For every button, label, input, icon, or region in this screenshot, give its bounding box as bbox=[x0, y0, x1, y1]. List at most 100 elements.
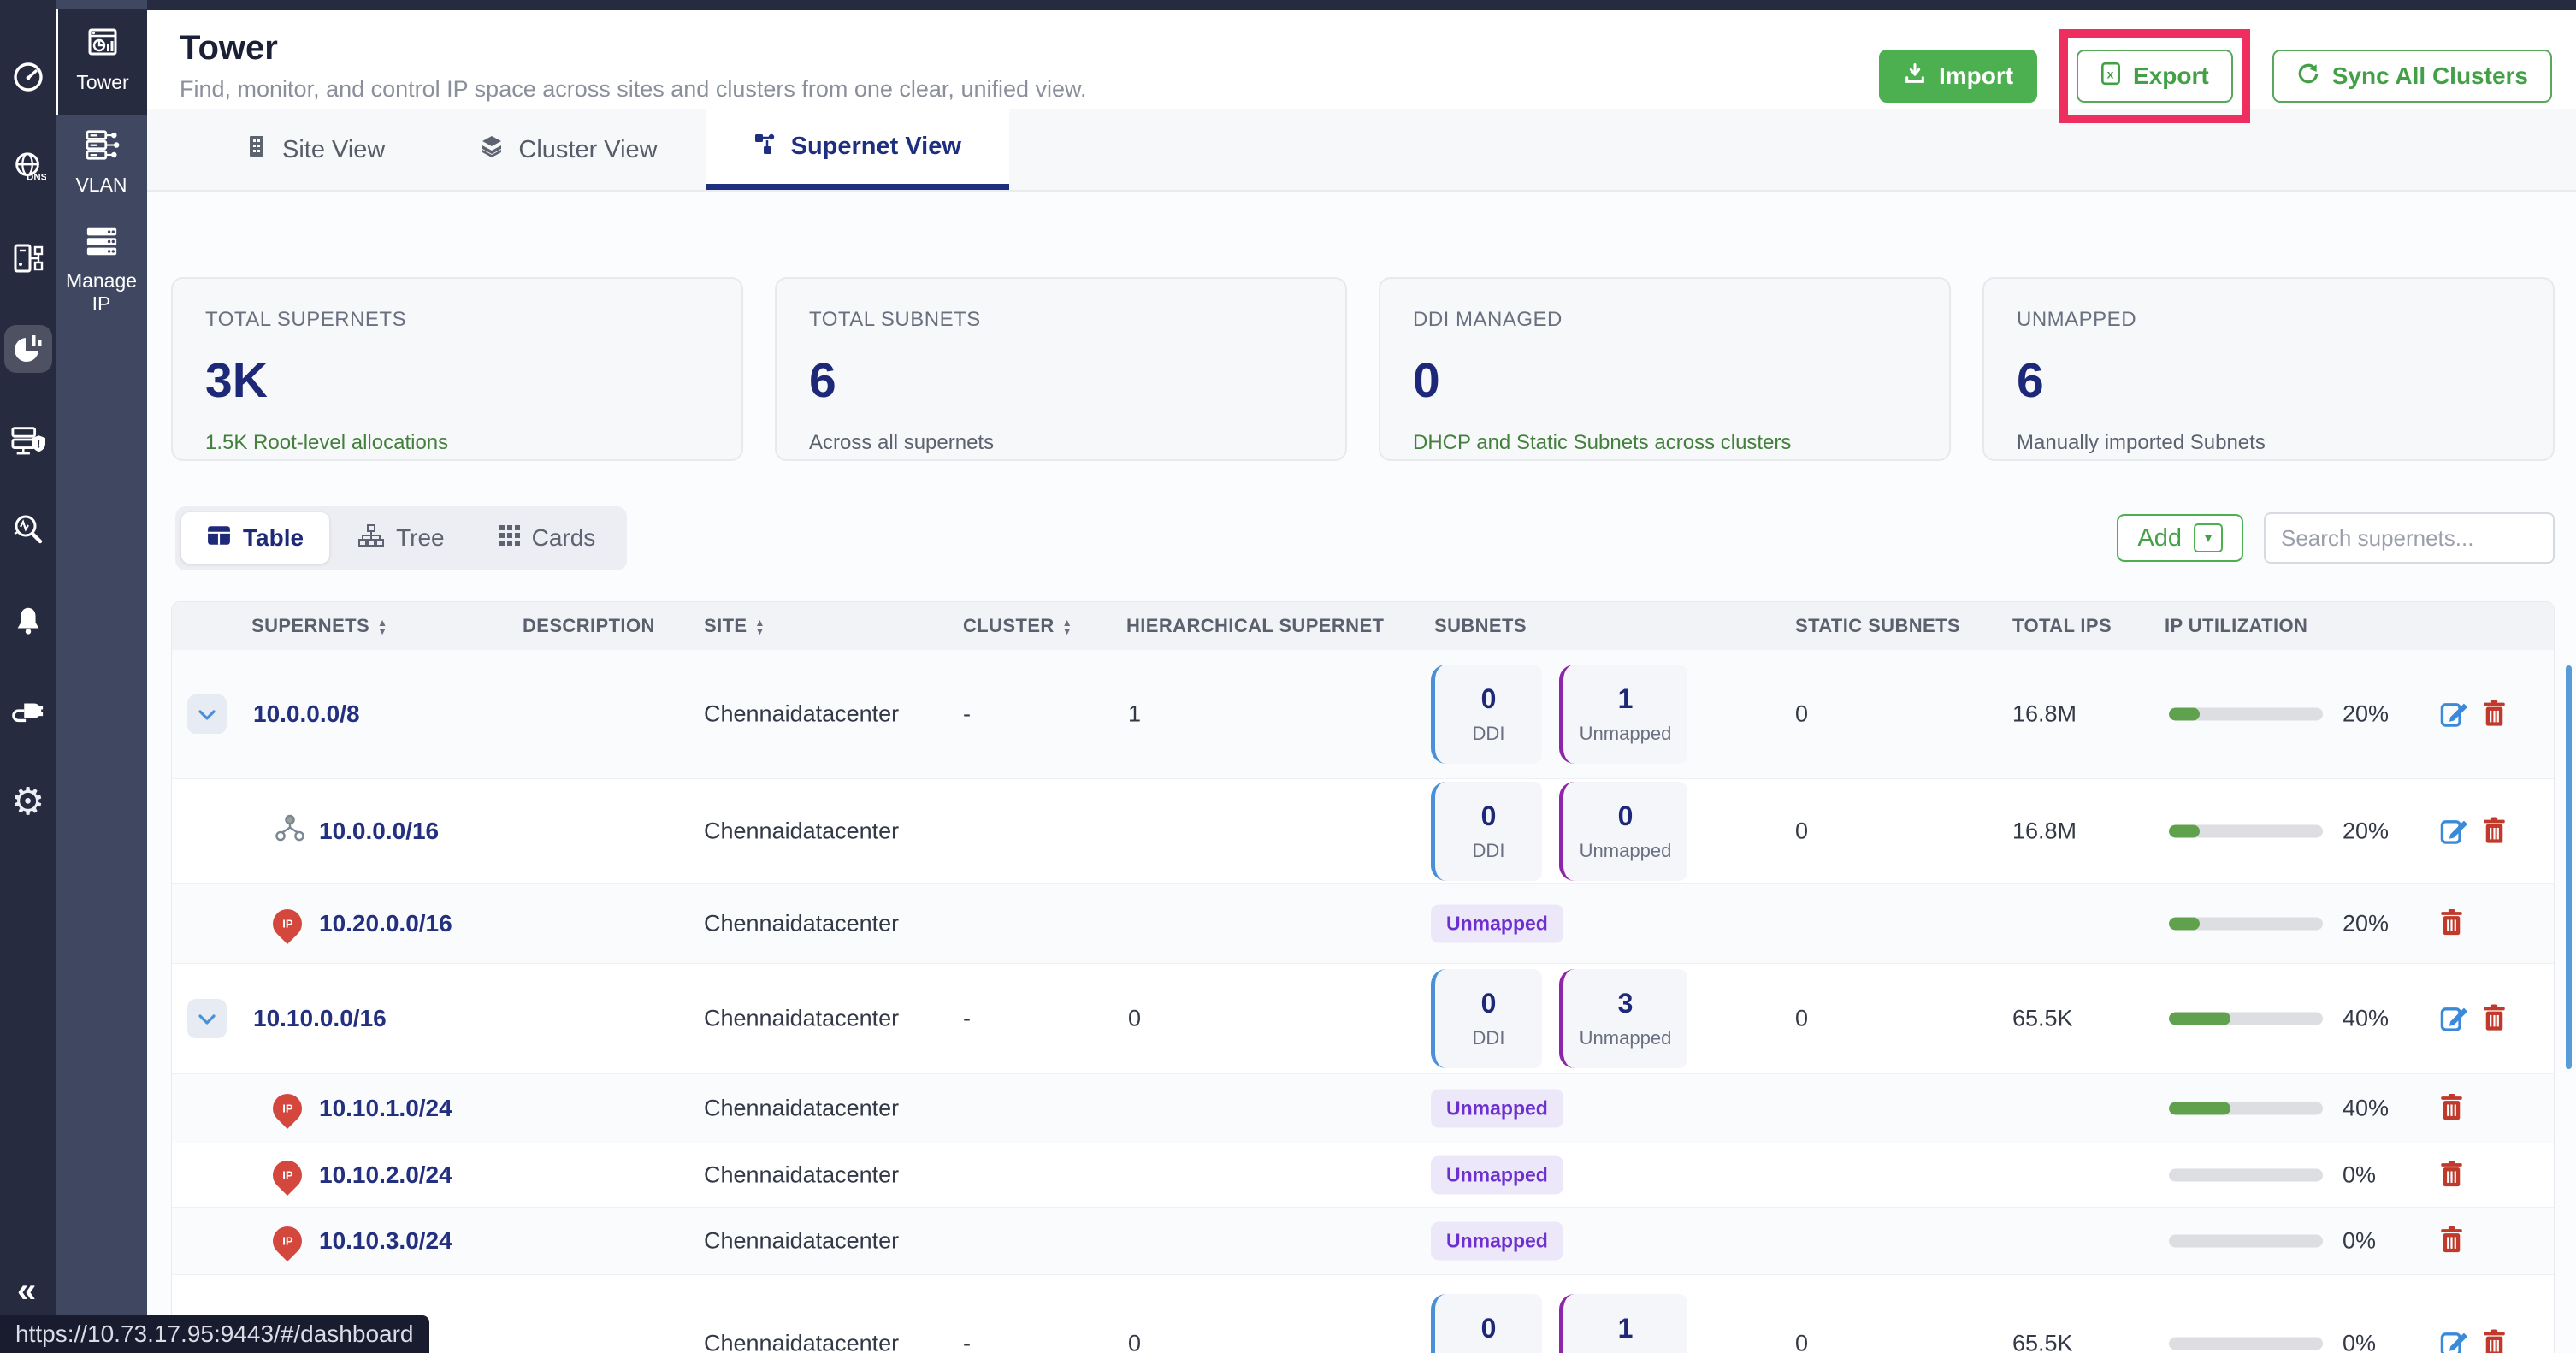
table-row: IP10.10.3.0/24ChennaidatacenterUnmapped0… bbox=[172, 1208, 2554, 1275]
tree-hierarchy-icon bbox=[358, 524, 384, 552]
discovery-search-icon[interactable] bbox=[4, 506, 52, 554]
add-supernet-button[interactable]: Add ▾ bbox=[2117, 514, 2243, 562]
edit-button[interactable] bbox=[2440, 1328, 2469, 1353]
ddi-subnets-box: 0DDI bbox=[1431, 665, 1542, 764]
delete-button[interactable] bbox=[2440, 1093, 2463, 1124]
reports-pie-icon[interactable] bbox=[4, 325, 52, 373]
supernet-network-icon bbox=[753, 133, 776, 162]
row-actions bbox=[2440, 1226, 2463, 1256]
supernet-cidr-link[interactable]: 10.10.0.0/16 bbox=[253, 1005, 387, 1032]
export-button[interactable]: x Export bbox=[2077, 50, 2233, 103]
delete-button[interactable] bbox=[2440, 1226, 2463, 1256]
sidebar-item-tower[interactable]: Tower bbox=[56, 9, 147, 115]
edit-button[interactable] bbox=[2440, 699, 2469, 730]
utilization-percent: 40% bbox=[2343, 1096, 2389, 1122]
export-file-icon: x bbox=[2100, 62, 2121, 92]
delete-button[interactable] bbox=[2483, 1328, 2506, 1353]
supernet-cidr-link[interactable]: 10.20.0.0/16 bbox=[319, 910, 452, 937]
expand-row-button[interactable] bbox=[187, 694, 227, 734]
row-actions bbox=[2440, 1093, 2463, 1124]
page-header: Tower Find, monitor, and control IP spac… bbox=[147, 10, 2576, 109]
module-sidebar: TowerVLAN Manage IP bbox=[56, 0, 147, 1353]
primary-sidebar: DNS! ⚙ bbox=[0, 0, 56, 1353]
ddi-subnets-box: 0DDI bbox=[1431, 969, 1542, 1068]
supernet-cidr-link[interactable]: 10.10.1.0/24 bbox=[319, 1095, 452, 1122]
delete-button[interactable] bbox=[2440, 908, 2463, 939]
tab-site-view[interactable]: Site View bbox=[198, 109, 433, 190]
hierarchical-supernet-cell: 0 bbox=[1128, 1006, 1141, 1032]
view-cards-button[interactable]: Cards bbox=[474, 512, 622, 564]
window-top-strip bbox=[0, 0, 2576, 10]
delete-button[interactable] bbox=[2483, 699, 2506, 730]
header-actions: Import x Export Sync All Clusters bbox=[1879, 50, 2552, 103]
import-icon bbox=[1903, 62, 1927, 92]
browser-status-url: https://10.73.17.95:9443/#/dashboard bbox=[0, 1315, 429, 1353]
utilization-bar bbox=[2169, 1013, 2323, 1025]
delete-button[interactable] bbox=[2483, 1003, 2506, 1034]
row-actions bbox=[2440, 908, 2463, 939]
edit-pencil-icon bbox=[2440, 816, 2469, 848]
delete-button[interactable] bbox=[2440, 1160, 2463, 1191]
server-alert-icon[interactable]: ! bbox=[4, 416, 52, 464]
settings-gear-icon[interactable]: ⚙ bbox=[4, 778, 52, 826]
layers-icon bbox=[481, 135, 503, 164]
sidebar-item-vlan[interactable]: VLAN bbox=[56, 115, 147, 210]
table-row: IP10.10.2.0/24ChennaidatacenterUnmapped0… bbox=[172, 1143, 2554, 1208]
notifications-bell-icon[interactable] bbox=[4, 597, 52, 645]
static-subnets-cell: 0 bbox=[1795, 701, 1808, 728]
svg-text:!: ! bbox=[37, 438, 40, 451]
integrations-plug-icon[interactable] bbox=[4, 688, 52, 736]
edit-button[interactable] bbox=[2440, 816, 2469, 848]
delete-button[interactable] bbox=[2483, 816, 2506, 847]
dashboard-gauge-icon[interactable] bbox=[4, 53, 52, 101]
svg-text:x: x bbox=[2107, 67, 2114, 80]
chevron-down-icon bbox=[197, 1006, 217, 1032]
row-actions bbox=[2440, 1160, 2463, 1191]
building-icon bbox=[246, 134, 267, 165]
scrollbar-thumb[interactable] bbox=[2566, 665, 2572, 1069]
supernet-cidr-link[interactable]: 10.0.0.0/8 bbox=[253, 700, 360, 728]
utilization-percent: 20% bbox=[2343, 818, 2389, 845]
search-supernets-input[interactable] bbox=[2264, 512, 2555, 564]
sort-icon: ▲▼ bbox=[377, 618, 387, 635]
tab-supernet-view[interactable]: Supernet View bbox=[706, 109, 1009, 190]
view-tree-button[interactable]: Tree bbox=[333, 512, 470, 564]
sidebar-collapse-button[interactable]: « bbox=[12, 1273, 41, 1309]
trash-icon bbox=[2440, 908, 2463, 939]
ip-pin-icon: IP bbox=[273, 1226, 302, 1256]
sidebar-item-label: Manage IP bbox=[59, 269, 144, 316]
column-header-supernets[interactable]: SUPERNETS▲▼ bbox=[251, 602, 387, 650]
column-header-total-ips: TOTAL IPS bbox=[2012, 602, 2112, 650]
cluster-cell: - bbox=[963, 1006, 971, 1032]
trash-icon bbox=[2440, 1160, 2463, 1191]
unmapped-badge: Unmapped bbox=[1431, 1222, 1563, 1261]
utilization-bar bbox=[2169, 1102, 2323, 1115]
tab-cluster-view[interactable]: Cluster View bbox=[433, 109, 705, 190]
expand-row-button[interactable] bbox=[187, 999, 227, 1038]
sync-all-clusters-button[interactable]: Sync All Clusters bbox=[2272, 50, 2552, 103]
supernet-cidr-link[interactable]: 10.10.2.0/24 bbox=[319, 1161, 452, 1189]
view-table-button[interactable]: Table bbox=[181, 512, 329, 564]
unmapped-subnets-box: 3Unmapped bbox=[1559, 969, 1687, 1068]
table-row: IP10.20.0.0/16ChennaidatacenterUnmapped2… bbox=[172, 884, 2554, 964]
column-header-hierarchical-supernet: HIERARCHICAL SUPERNET bbox=[1126, 602, 1384, 650]
utilization-bar bbox=[2169, 825, 2323, 838]
column-header-cluster[interactable]: CLUSTER▲▼ bbox=[963, 602, 1072, 650]
column-header-static-subnets: STATIC SUBNETS bbox=[1795, 602, 1960, 650]
sidebar-item-manage-ip[interactable]: Manage IP bbox=[56, 210, 147, 329]
utilization-percent: 20% bbox=[2343, 701, 2389, 728]
row-actions bbox=[2440, 1328, 2506, 1353]
dns-globe-icon[interactable]: DNS bbox=[4, 144, 52, 192]
cluster-cell: - bbox=[963, 701, 971, 728]
import-button[interactable]: Import bbox=[1879, 50, 2037, 103]
column-header-site[interactable]: SITE▲▼ bbox=[704, 602, 765, 650]
edit-button[interactable] bbox=[2440, 1003, 2469, 1035]
supernet-cidr-link[interactable]: 10.0.0.0/16 bbox=[319, 818, 439, 845]
static-subnets-cell: 0 bbox=[1795, 818, 1808, 845]
ip-pin-icon: IP bbox=[273, 1094, 302, 1123]
supernet-cidr-link[interactable]: 10.10.3.0/24 bbox=[319, 1227, 452, 1255]
ipam-branch-icon[interactable] bbox=[4, 234, 52, 282]
stat-card-unmapped: UNMAPPED 6 Manually imported Subnets bbox=[1982, 277, 2555, 461]
unmapped-badge: Unmapped bbox=[1431, 1156, 1563, 1195]
trash-icon bbox=[2483, 1328, 2506, 1353]
